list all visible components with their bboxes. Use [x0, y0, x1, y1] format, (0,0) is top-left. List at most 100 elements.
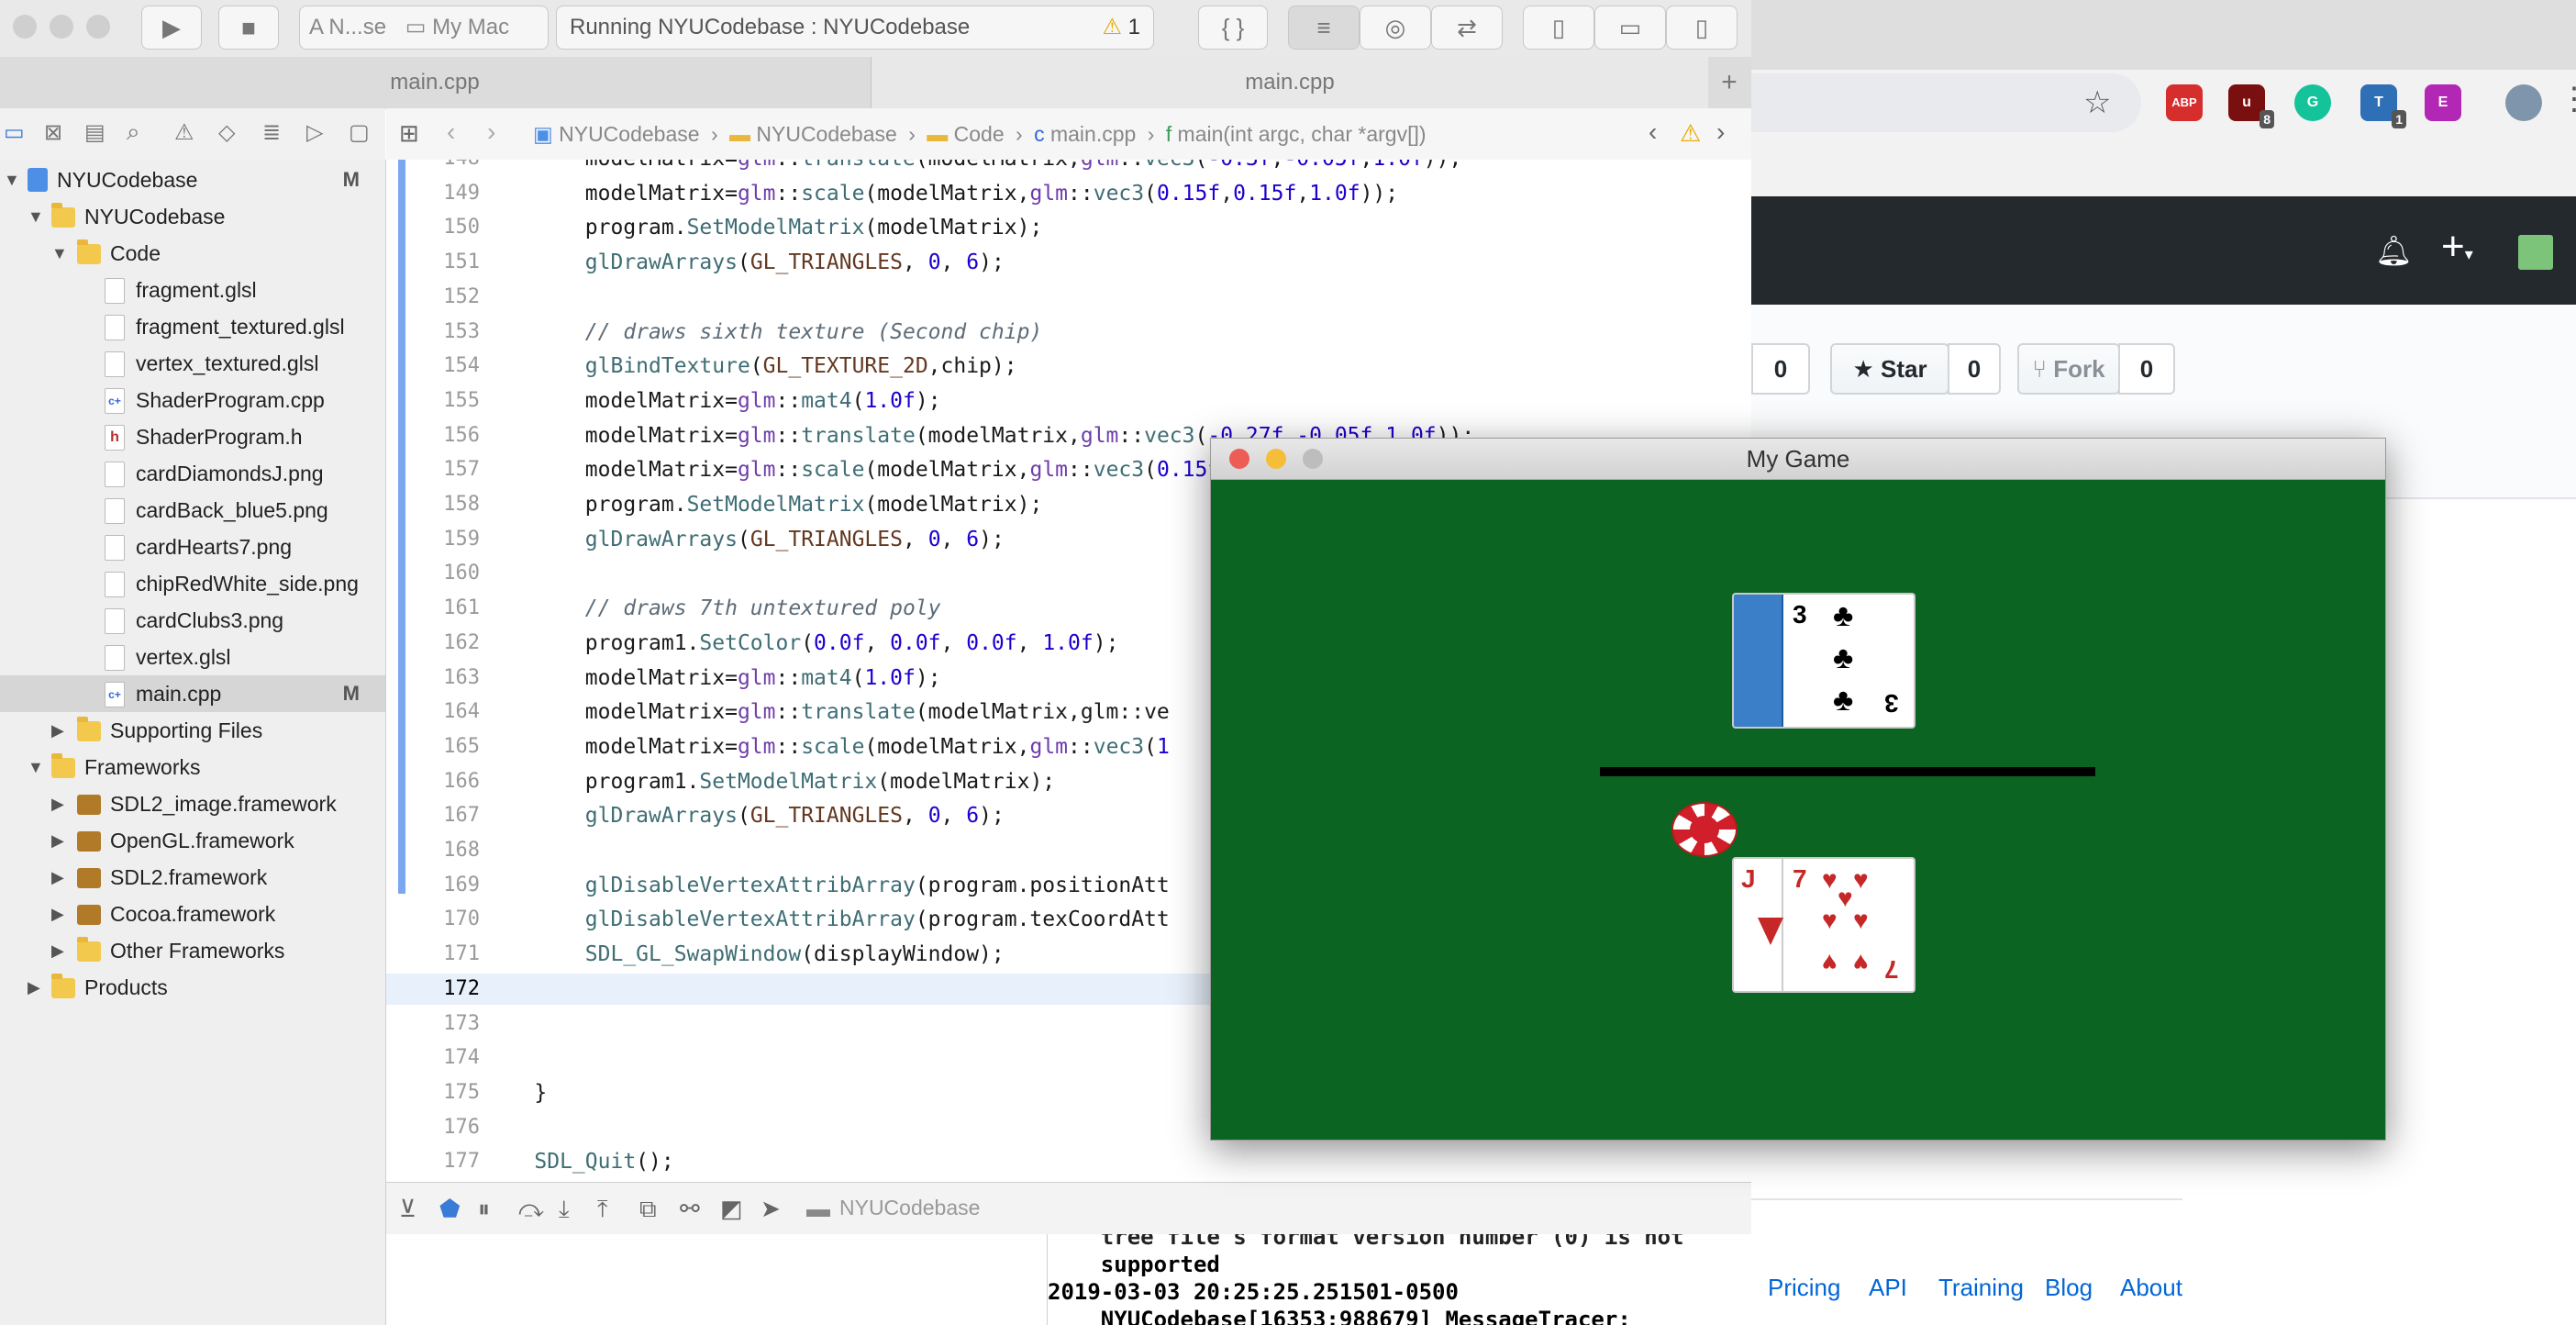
- line-number[interactable]: 167: [406, 800, 480, 831]
- simulate-location-icon[interactable]: ➤: [761, 1196, 781, 1221]
- code-line[interactable]: glBindTexture(GL_TEXTURE_2D,chip);: [483, 351, 1017, 382]
- code-line[interactable]: program1.SetModelMatrix(modelMatrix);: [483, 766, 1055, 797]
- tree-item-framework[interactable]: ▶ OpenGL.framework: [0, 822, 385, 859]
- watch-count[interactable]: 0: [1751, 343, 1810, 395]
- version-editor-button[interactable]: ⇄: [1431, 6, 1503, 50]
- search-icon[interactable]: ⌕: [127, 117, 140, 147]
- breadcrumb-file[interactable]: main.cpp: [1050, 122, 1136, 146]
- code-line[interactable]: glDisableVertexAttribArray(program.posit…: [483, 870, 1170, 901]
- tree-item-file[interactable]: cardBack_blue5.png: [0, 492, 385, 529]
- line-number[interactable]: 169: [406, 870, 480, 901]
- disclosure-closed-icon[interactable]: ▶: [51, 896, 64, 932]
- code-line[interactable]: glDrawArrays(GL_TRIANGLES, 0, 6);: [483, 524, 1005, 555]
- tree-item-file[interactable]: cardClubs3.png: [0, 602, 385, 639]
- adblock-extension-icon[interactable]: ABP: [2166, 84, 2203, 121]
- star-count[interactable]: 0: [1948, 343, 2001, 395]
- line-number[interactable]: 168: [406, 835, 480, 866]
- report-icon[interactable]: ▢: [349, 119, 370, 146]
- grammarly-extension-icon[interactable]: G: [2294, 84, 2331, 121]
- tree-item-file[interactable]: vertex.glsl: [0, 639, 385, 675]
- line-number[interactable]: 163: [406, 662, 480, 694]
- toggle-inspector-button[interactable]: ▯: [1666, 6, 1738, 50]
- back-icon[interactable]: ‹: [447, 117, 455, 147]
- code-line[interactable]: SDL_Quit();: [483, 1146, 673, 1177]
- close-button[interactable]: [13, 15, 37, 39]
- extension-icon[interactable]: T1: [2360, 84, 2406, 128]
- line-number[interactable]: 172: [406, 974, 480, 1005]
- run-button[interactable]: ▶: [141, 6, 202, 50]
- breakpoints-toggle-icon[interactable]: ⬟: [439, 1196, 461, 1221]
- line-number[interactable]: 174: [406, 1042, 480, 1074]
- line-number[interactable]: 153: [406, 317, 480, 348]
- breadcrumb-project[interactable]: NYUCodebase: [559, 122, 699, 146]
- tree-item-framework[interactable]: ▶ SDL2_image.framework: [0, 785, 385, 822]
- line-number[interactable]: 175: [406, 1077, 480, 1108]
- tree-item-group[interactable]: ▼ Frameworks: [0, 749, 385, 785]
- scheme-selector[interactable]: A N...se ▭ My Mac: [299, 6, 549, 50]
- standard-editor-button[interactable]: ≡: [1288, 6, 1360, 50]
- code-line[interactable]: SDL_GL_SwapWindow(displayWindow);: [483, 939, 1005, 970]
- code-line[interactable]: modelMatrix=glm::translate(modelMatrix,g…: [483, 696, 1170, 728]
- profile-avatar[interactable]: [2505, 84, 2542, 121]
- footer-link-pricing[interactable]: Pricing: [1768, 1274, 1840, 1302]
- breakpoint-icon[interactable]: ▷: [306, 119, 323, 146]
- tree-item-code-folder[interactable]: ▼ Code: [0, 235, 385, 272]
- assistant-editor-button[interactable]: ◎: [1360, 6, 1431, 50]
- breadcrumb-function[interactable]: main(int argc, char *argv[]): [1178, 122, 1427, 146]
- environment-overrides-icon[interactable]: ◩: [720, 1196, 743, 1221]
- new-tab-button[interactable]: +: [1708, 57, 1750, 108]
- code-line[interactable]: modelMatrix=glm::scale(modelMatrix,glm::…: [483, 731, 1170, 763]
- step-into-icon[interactable]: ⤓: [559, 1196, 570, 1221]
- disclosure-closed-icon[interactable]: ▶: [51, 785, 64, 822]
- tree-item-framework[interactable]: ▶ Cocoa.framework: [0, 896, 385, 932]
- console-output[interactable]: tree file's format version number (0) is…: [1048, 1234, 1751, 1325]
- toggle-navigator-button[interactable]: ▯: [1523, 6, 1594, 50]
- variables-view[interactable]: [386, 1234, 1048, 1325]
- view-debugger-icon[interactable]: ⧉: [639, 1196, 657, 1221]
- symbol-icon[interactable]: ▤: [84, 119, 105, 146]
- test-icon[interactable]: ◇: [218, 119, 235, 146]
- line-number[interactable]: 171: [406, 939, 480, 970]
- zoom-button[interactable]: [86, 15, 110, 39]
- tree-item-framework[interactable]: ▶ SDL2.framework: [0, 859, 385, 896]
- tree-item-file[interactable]: vertex_textured.glsl: [0, 345, 385, 382]
- line-number[interactable]: 150: [406, 212, 480, 243]
- line-number[interactable]: 177: [406, 1146, 480, 1177]
- footer-link-blog[interactable]: Blog: [2045, 1274, 2093, 1302]
- code-line[interactable]: // draws 7th untextured poly: [483, 593, 941, 624]
- warning-count[interactable]: 1: [1128, 15, 1140, 39]
- tree-item-file[interactable]: fragment_textured.glsl: [0, 308, 385, 345]
- line-number[interactable]: 156: [406, 420, 480, 451]
- line-number[interactable]: 176: [406, 1112, 480, 1143]
- disclosure-open-icon[interactable]: ▼: [51, 235, 68, 272]
- disclosure-closed-icon[interactable]: ▶: [51, 859, 64, 896]
- disclosure-closed-icon[interactable]: ▶: [51, 932, 64, 969]
- disclosure-closed-icon[interactable]: ▶: [51, 822, 64, 859]
- disclosure-closed-icon[interactable]: ▶: [51, 712, 64, 749]
- tree-item-file[interactable]: cardDiamondsJ.png: [0, 455, 385, 492]
- browser-menu-icon[interactable]: ⋮: [2559, 81, 2576, 117]
- footer-link-about[interactable]: About: [2120, 1274, 2182, 1302]
- tree-item-main-cpp[interactable]: c+ main.cpp M: [0, 675, 385, 712]
- star-button[interactable]: ★ Star: [1830, 343, 1949, 395]
- line-number[interactable]: 159: [406, 524, 480, 555]
- breadcrumb-group[interactable]: NYUCodebase: [756, 122, 896, 146]
- game-window[interactable]: My Game 3 ♣ ♣ ♣ 3 J 7 ♥ ♥ ♥ ♥ ♥ ♥ ♥ 7: [1210, 438, 2386, 1141]
- tree-item-file[interactable]: cardHearts7.png: [0, 529, 385, 565]
- code-line[interactable]: glDrawArrays(GL_TRIANGLES, 0, 6);: [483, 800, 1005, 831]
- game-window-titlebar[interactable]: My Game: [1211, 439, 2385, 480]
- code-line[interactable]: program.SetModelMatrix(modelMatrix);: [483, 212, 1043, 243]
- tree-item-group[interactable]: ▼ NYUCodebase: [0, 198, 385, 235]
- code-line[interactable]: program1.SetColor(0.0f, 0.0f, 0.0f, 1.0f…: [483, 628, 1119, 659]
- line-number[interactable]: 173: [406, 1008, 480, 1040]
- code-line[interactable]: modelMatrix=glm::mat4(1.0f);: [483, 385, 941, 417]
- code-line[interactable]: }: [483, 1077, 547, 1108]
- step-over-icon[interactable]: ⤼: [518, 1196, 544, 1221]
- fork-count[interactable]: 0: [2118, 343, 2175, 395]
- tree-item-file[interactable]: c+ ShaderProgram.cpp: [0, 382, 385, 418]
- forward-icon[interactable]: ›: [487, 117, 495, 147]
- bell-icon[interactable]: 🔔︎: [2375, 233, 2413, 268]
- line-number[interactable]: 165: [406, 731, 480, 763]
- next-issue-icon[interactable]: ›: [1716, 117, 1725, 147]
- pause-icon[interactable]: ⏸︎: [478, 1196, 490, 1221]
